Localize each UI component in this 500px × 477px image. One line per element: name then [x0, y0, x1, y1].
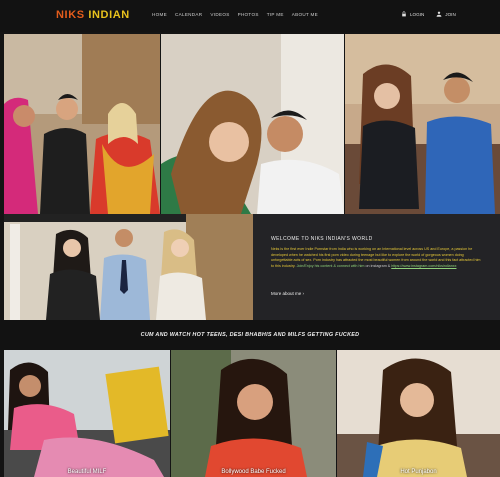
- video-caption-2: Bollywood Babe Fucked: [221, 469, 286, 475]
- join-link[interactable]: JOIN: [436, 11, 456, 17]
- main-nav: HOME CALENDAR VIDEOS PHOTOS TIP ME ABOUT…: [152, 12, 318, 17]
- promo-banner: CUM AND WATCH HOT TEENS, DESI BHABHIS AN…: [0, 320, 500, 350]
- join-label: JOIN: [445, 11, 456, 17]
- instagram-link[interactable]: https://www.instagram.com/niksindianxx: [391, 264, 456, 268]
- chevron-right-icon: ›: [302, 291, 305, 296]
- login-label: LOGIN: [410, 11, 425, 17]
- hero-photo-1[interactable]: [4, 34, 160, 214]
- user-icon: [436, 11, 442, 17]
- welcome-panel: WELCOME TO NIKS INDIAN'S WORLD Neks is t…: [253, 214, 500, 320]
- nav-home[interactable]: HOME: [152, 12, 167, 17]
- hero-photo-2[interactable]: [161, 34, 344, 214]
- logo-text-indian: INDIAN: [88, 9, 130, 21]
- welcome-line-6: Join/Enjoy his content & connect with hi…: [296, 263, 365, 268]
- welcome-line-7: on instagram &: [365, 263, 392, 268]
- nav-calendar[interactable]: CALENDAR: [175, 12, 202, 17]
- more-about-me-label: More about me: [271, 291, 302, 296]
- hero-photo-3[interactable]: [345, 34, 500, 214]
- video-caption-3: Hot Punjabon: [400, 469, 437, 475]
- site-logo[interactable]: NIKS INDIAN: [56, 9, 130, 21]
- banner-text: CUM AND WATCH HOT TEENS, DESI BHABHIS AN…: [140, 332, 360, 338]
- welcome-title: WELCOME TO NIKS INDIAN'S WORLD: [271, 236, 373, 242]
- lock-icon: [402, 11, 406, 17]
- logo-text-niks: NIKS: [56, 9, 85, 21]
- nav-tip-me[interactable]: TIP ME: [267, 12, 284, 17]
- welcome-text: Neks is the first ever Indie Pornstar fr…: [271, 247, 484, 269]
- nav-about-me[interactable]: ABOUT ME: [292, 12, 318, 17]
- video-thumb-3[interactable]: Hot Punjabon: [337, 350, 500, 477]
- more-about-me-link[interactable]: More about me ›: [271, 291, 304, 296]
- nav-videos[interactable]: VIDEOS: [210, 12, 229, 17]
- video-caption-1: Beautiful MILF: [67, 469, 107, 475]
- welcome-line-4: Porn industry has attracted the most bea…: [313, 258, 409, 263]
- video-thumb-2[interactable]: Bollywood Babe Fucked: [171, 350, 336, 477]
- featured-photo[interactable]: [4, 214, 253, 320]
- top-navbar: NIKS INDIAN HOME CALENDAR VIDEOS PHOTOS …: [0, 0, 500, 32]
- login-link[interactable]: LOGIN: [401, 11, 424, 17]
- account-links: LOGIN JOIN: [401, 11, 456, 17]
- nav-photos[interactable]: PHOTOS: [238, 12, 259, 17]
- welcome-line-1: Neks is the first ever Indie Pornstar fr…: [271, 247, 451, 251]
- video-thumb-1[interactable]: Beautiful MILF: [4, 350, 170, 477]
